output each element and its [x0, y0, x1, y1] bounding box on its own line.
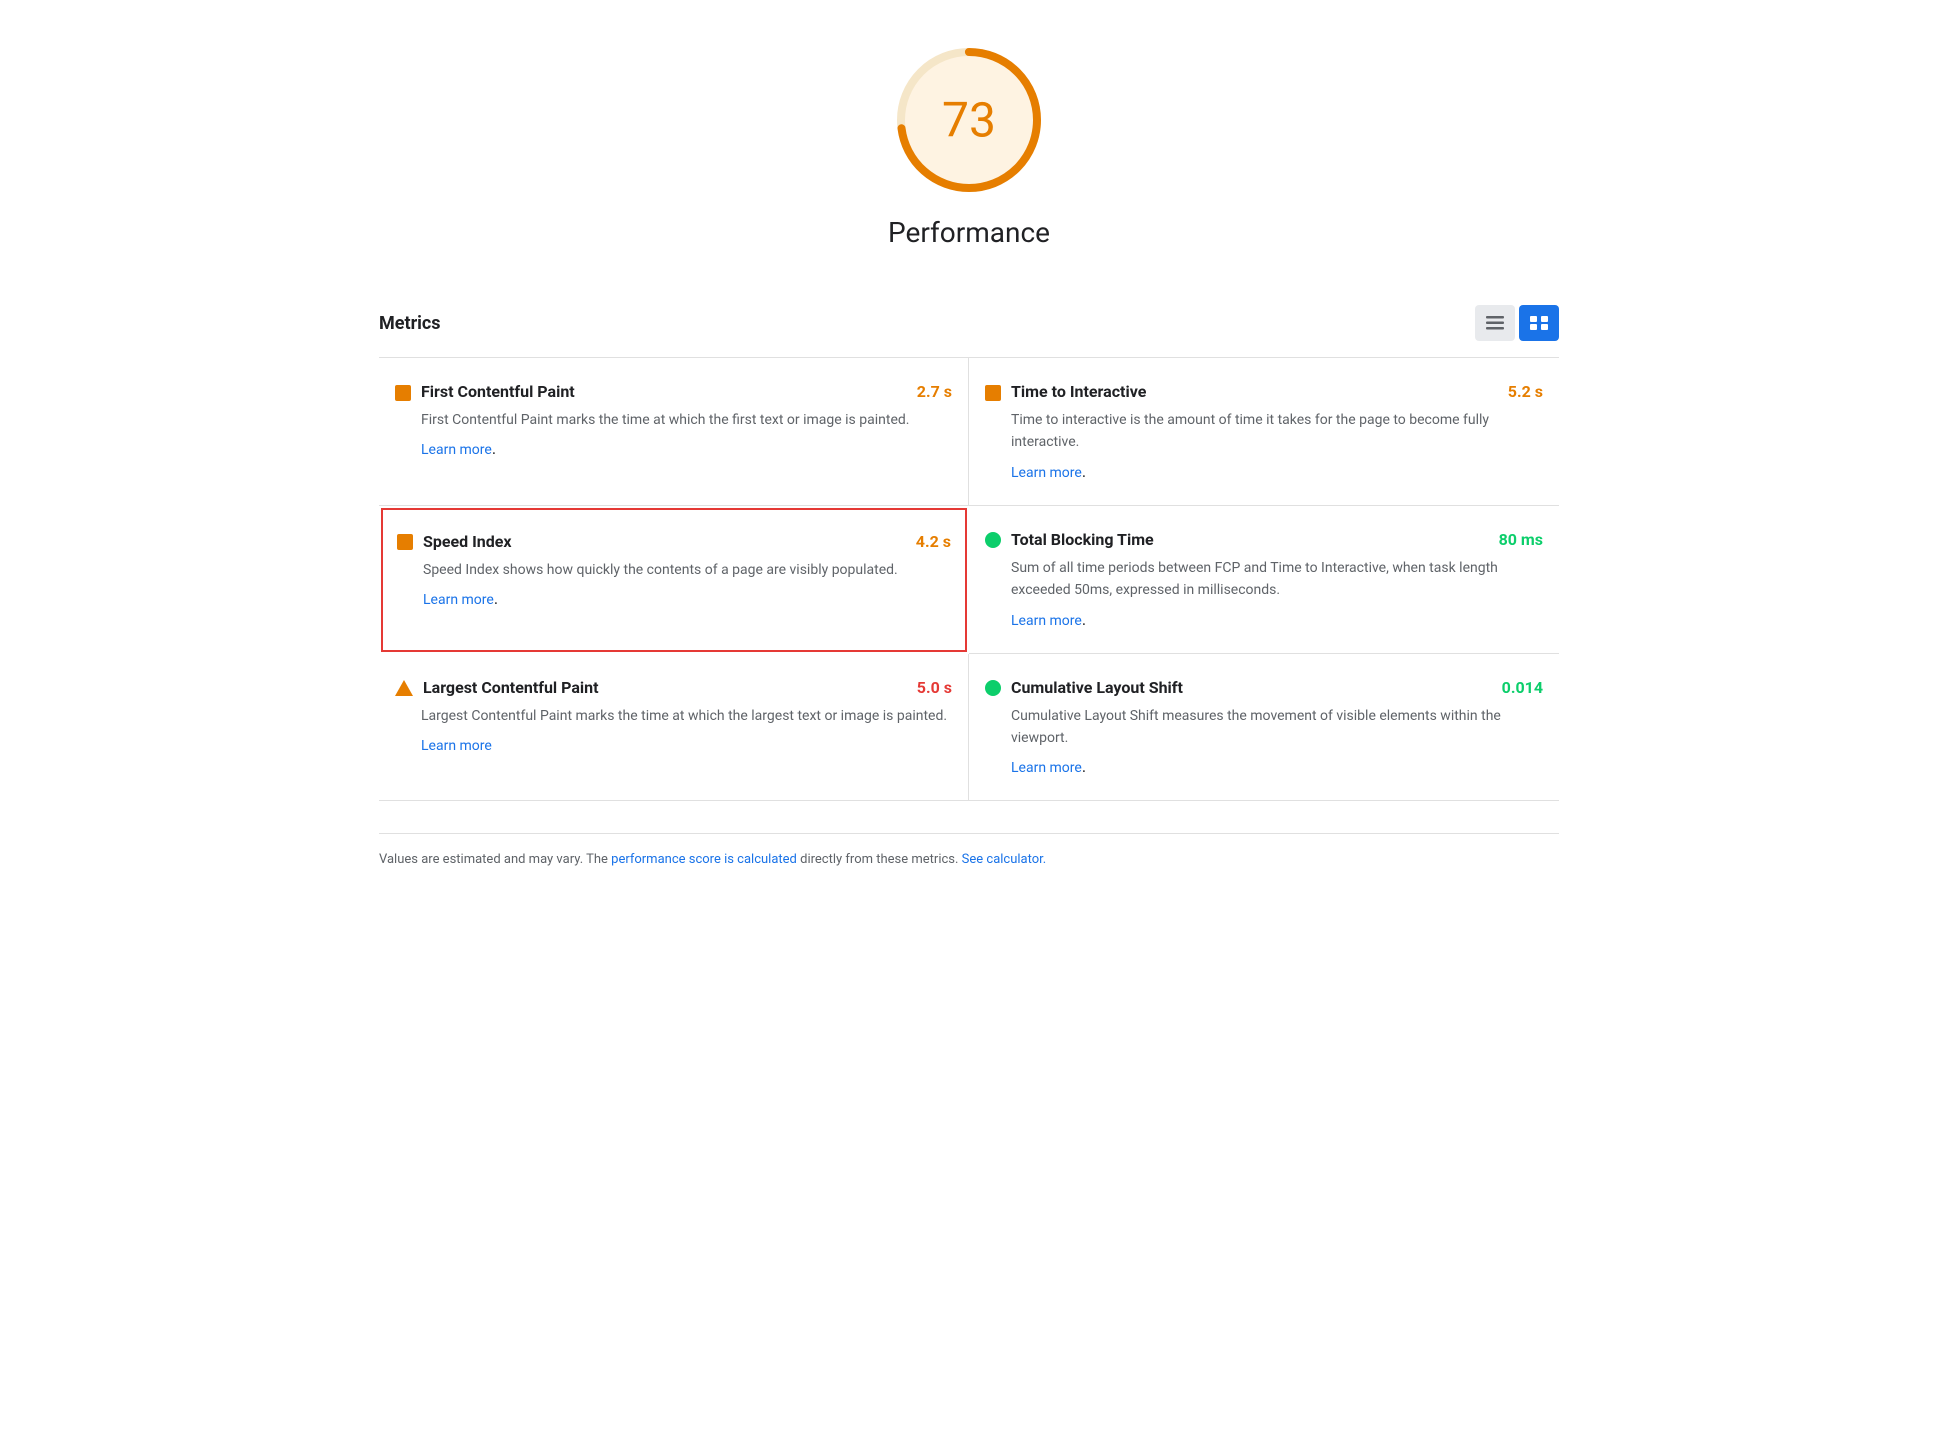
footer-calculator-link[interactable]: See calculator.: [962, 852, 1047, 867]
metric-tti-learn-more[interactable]: Learn more: [1011, 465, 1082, 481]
metric-fcp-learn-more[interactable]: Learn more: [421, 442, 492, 458]
metric-cls-header: Cumulative Layout Shift 0.014: [985, 678, 1543, 697]
metric-lcp-name: Largest Contentful Paint: [423, 678, 599, 697]
metric-si-period: .: [494, 589, 498, 608]
metric-tti-title-group: Time to Interactive: [985, 382, 1146, 401]
metric-cls-value: 0.014: [1502, 678, 1543, 697]
metric-lcp-title-group: Largest Contentful Paint: [395, 678, 599, 697]
list-view-button[interactable]: [1475, 305, 1515, 341]
footer-text-between: directly from these metrics.: [797, 852, 962, 867]
metric-fcp: First Contentful Paint 2.7 s First Conte…: [379, 358, 969, 506]
metric-tbt-title-group: Total Blocking Time: [985, 530, 1154, 549]
metric-cls-icon: [985, 680, 1001, 696]
metric-tbt-period: .: [1082, 610, 1086, 629]
metric-si-learn-more[interactable]: Learn more: [423, 592, 494, 608]
metrics-grid: First Contentful Paint 2.7 s First Conte…: [379, 358, 1559, 801]
metric-tbt-description: Sum of all time periods between FCP and …: [1011, 557, 1543, 602]
metric-tti-value: 5.2 s: [1508, 382, 1543, 401]
score-label: Performance: [888, 216, 1050, 249]
metric-lcp: Largest Contentful Paint 5.0 s Largest C…: [379, 654, 969, 802]
metric-tbt-value: 80 ms: [1499, 530, 1543, 549]
metric-lcp-value: 5.0 s: [917, 678, 952, 697]
metric-tbt-header: Total Blocking Time 80 ms: [985, 530, 1543, 549]
metric-tti-description: Time to interactive is the amount of tim…: [1011, 409, 1543, 454]
metric-cls-name: Cumulative Layout Shift: [1011, 678, 1183, 697]
metric-lcp-learn-more[interactable]: Learn more: [421, 738, 492, 754]
metric-si-title-group: Speed Index: [397, 532, 512, 551]
metric-fcp-name: First Contentful Paint: [421, 382, 575, 401]
metric-fcp-icon: [395, 385, 411, 401]
grid-view-button[interactable]: [1519, 305, 1559, 341]
score-value: 73: [942, 92, 996, 149]
metric-tti-period: .: [1082, 462, 1086, 481]
metric-tti: Time to Interactive 5.2 s Time to intera…: [969, 358, 1559, 506]
metric-tti-header: Time to Interactive 5.2 s: [985, 382, 1543, 401]
metric-tti-name: Time to Interactive: [1011, 382, 1146, 401]
metric-lcp-description: Largest Contentful Paint marks the time …: [421, 705, 952, 727]
view-toggle: [1475, 305, 1559, 341]
metric-fcp-value: 2.7 s: [917, 382, 952, 401]
metric-si-name: Speed Index: [423, 532, 512, 551]
footer-performance-score-link[interactable]: performance score is calculated: [611, 852, 797, 867]
score-circle: 73: [889, 40, 1049, 200]
metric-cls-title-group: Cumulative Layout Shift: [985, 678, 1183, 697]
metric-tti-icon: [985, 385, 1001, 401]
metric-cls-period: .: [1082, 757, 1086, 776]
score-section: 73 Performance: [379, 40, 1559, 249]
metric-cls: Cumulative Layout Shift 0.014 Cumulative…: [969, 654, 1559, 802]
metric-tbt-name: Total Blocking Time: [1011, 530, 1154, 549]
metric-tbt: Total Blocking Time 80 ms Sum of all tim…: [969, 506, 1559, 654]
metric-si-description: Speed Index shows how quickly the conten…: [423, 559, 951, 581]
metric-lcp-icon: [395, 680, 413, 696]
metric-fcp-header: First Contentful Paint 2.7 s: [395, 382, 952, 401]
metric-tbt-icon: [985, 532, 1001, 548]
metric-si-value: 4.2 s: [916, 532, 951, 551]
footer-text-before: Values are estimated and may vary. The: [379, 852, 611, 867]
metric-si-header: Speed Index 4.2 s: [397, 532, 951, 551]
metric-si: Speed Index 4.2 s Speed Index shows how …: [381, 508, 967, 652]
metric-cls-learn-more[interactable]: Learn more: [1011, 760, 1082, 776]
metrics-header: Metrics: [379, 289, 1559, 358]
metric-fcp-period: .: [492, 439, 496, 458]
metric-lcp-header: Largest Contentful Paint 5.0 s: [395, 678, 952, 697]
metric-fcp-description: First Contentful Paint marks the time at…: [421, 409, 952, 431]
metric-si-icon: [397, 534, 413, 550]
metrics-title: Metrics: [379, 313, 441, 334]
metric-tbt-learn-more[interactable]: Learn more: [1011, 613, 1082, 629]
footer: Values are estimated and may vary. The p…: [379, 833, 1559, 870]
metric-cls-description: Cumulative Layout Shift measures the mov…: [1011, 705, 1543, 750]
metric-fcp-title-group: First Contentful Paint: [395, 382, 575, 401]
